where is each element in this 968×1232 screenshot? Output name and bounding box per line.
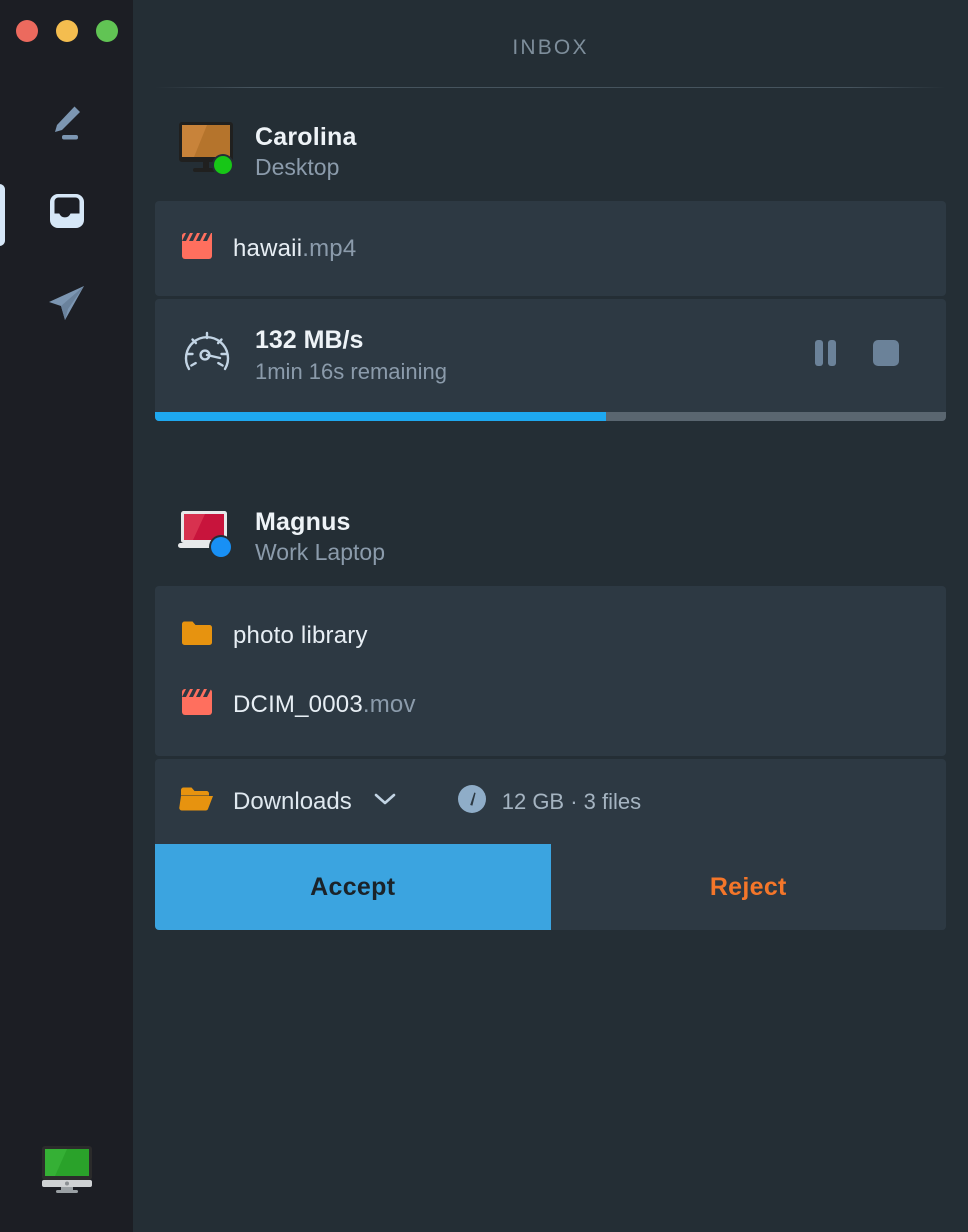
- transfer-speed: 132 MB/s: [255, 326, 447, 355]
- file-list-card: photo library: [155, 586, 946, 756]
- list-item[interactable]: photo library: [155, 608, 946, 663]
- destination-card: Downloads: [155, 759, 946, 930]
- page-title: INBOX: [133, 0, 968, 60]
- speedometer-icon: [179, 325, 235, 386]
- pause-button[interactable]: [814, 338, 838, 373]
- transfer-carolina: Carolina Desktop: [133, 88, 968, 421]
- app-window: INBOX Carolina D: [0, 0, 968, 1232]
- stop-button[interactable]: [872, 339, 900, 372]
- minimize-window-button[interactable]: [56, 20, 78, 42]
- window-controls: [16, 20, 118, 42]
- peer-header: Magnus Work Laptop: [155, 473, 946, 586]
- active-indicator: [0, 184, 5, 246]
- file-name: photo library: [233, 622, 368, 650]
- peer-device: Work Laptop: [255, 539, 385, 566]
- chevron-down-icon[interactable]: [372, 790, 398, 813]
- this-device-monitor-icon: [37, 1142, 97, 1202]
- transfer-size-text: 12 GB · 3 files: [502, 789, 641, 815]
- reject-button[interactable]: Reject: [551, 844, 947, 930]
- this-device[interactable]: [0, 1142, 133, 1202]
- list-item[interactable]: hawaii.mp4: [155, 221, 946, 276]
- file-basename: photo library: [233, 622, 368, 649]
- file-list-card: hawaii.mp4: [155, 201, 946, 296]
- sidebar: [0, 0, 133, 1232]
- laptop-icon: [177, 505, 239, 568]
- destination-folder-name[interactable]: Downloads: [233, 788, 352, 816]
- transfer-eta: 1min 16s remaining: [255, 359, 447, 385]
- video-clapperboard-icon: [179, 685, 215, 724]
- action-buttons: Accept Reject: [155, 844, 946, 930]
- video-clapperboard-icon: [179, 229, 215, 268]
- open-folder-icon: [179, 783, 217, 820]
- transfer-magnus: Magnus Work Laptop photo library: [133, 473, 968, 930]
- folder-icon: [179, 616, 215, 655]
- sidebar-nav: [0, 80, 133, 350]
- desktop-monitor-icon: [177, 120, 239, 183]
- file-extension: .mov: [363, 691, 416, 718]
- inbox-icon: [42, 188, 92, 243]
- transfer-size-meta: 12 GB · 3 files: [456, 783, 641, 820]
- list-item[interactable]: DCIM_0003.mov: [155, 663, 946, 732]
- close-window-button[interactable]: [16, 20, 38, 42]
- peer-name: Magnus: [255, 508, 385, 537]
- gauge-badge-icon: [456, 783, 488, 820]
- compose-pencil-icon: [44, 100, 90, 151]
- main-panel: INBOX Carolina D: [133, 0, 968, 1232]
- sidebar-item-compose[interactable]: [0, 80, 133, 170]
- file-extension: .mp4: [302, 235, 356, 262]
- maximize-window-button[interactable]: [96, 20, 118, 42]
- file-name: DCIM_0003.mov: [233, 691, 416, 719]
- file-basename: DCIM_0003: [233, 691, 363, 718]
- peer-header: Carolina Desktop: [155, 88, 946, 201]
- sidebar-item-send[interactable]: [0, 260, 133, 350]
- peer-device: Desktop: [255, 154, 357, 181]
- peer-name: Carolina: [255, 123, 357, 152]
- file-basename: hawaii: [233, 235, 302, 262]
- send-paper-plane-icon: [43, 279, 91, 332]
- file-name: hawaii.mp4: [233, 235, 356, 263]
- accept-button[interactable]: Accept: [155, 844, 551, 930]
- progress-bar-fill: [155, 412, 606, 421]
- progress-bar[interactable]: [155, 412, 946, 421]
- progress-card: 132 MB/s 1min 16s remaining: [155, 299, 946, 421]
- destination-row: Downloads: [155, 759, 946, 844]
- sidebar-item-inbox[interactable]: [0, 170, 133, 260]
